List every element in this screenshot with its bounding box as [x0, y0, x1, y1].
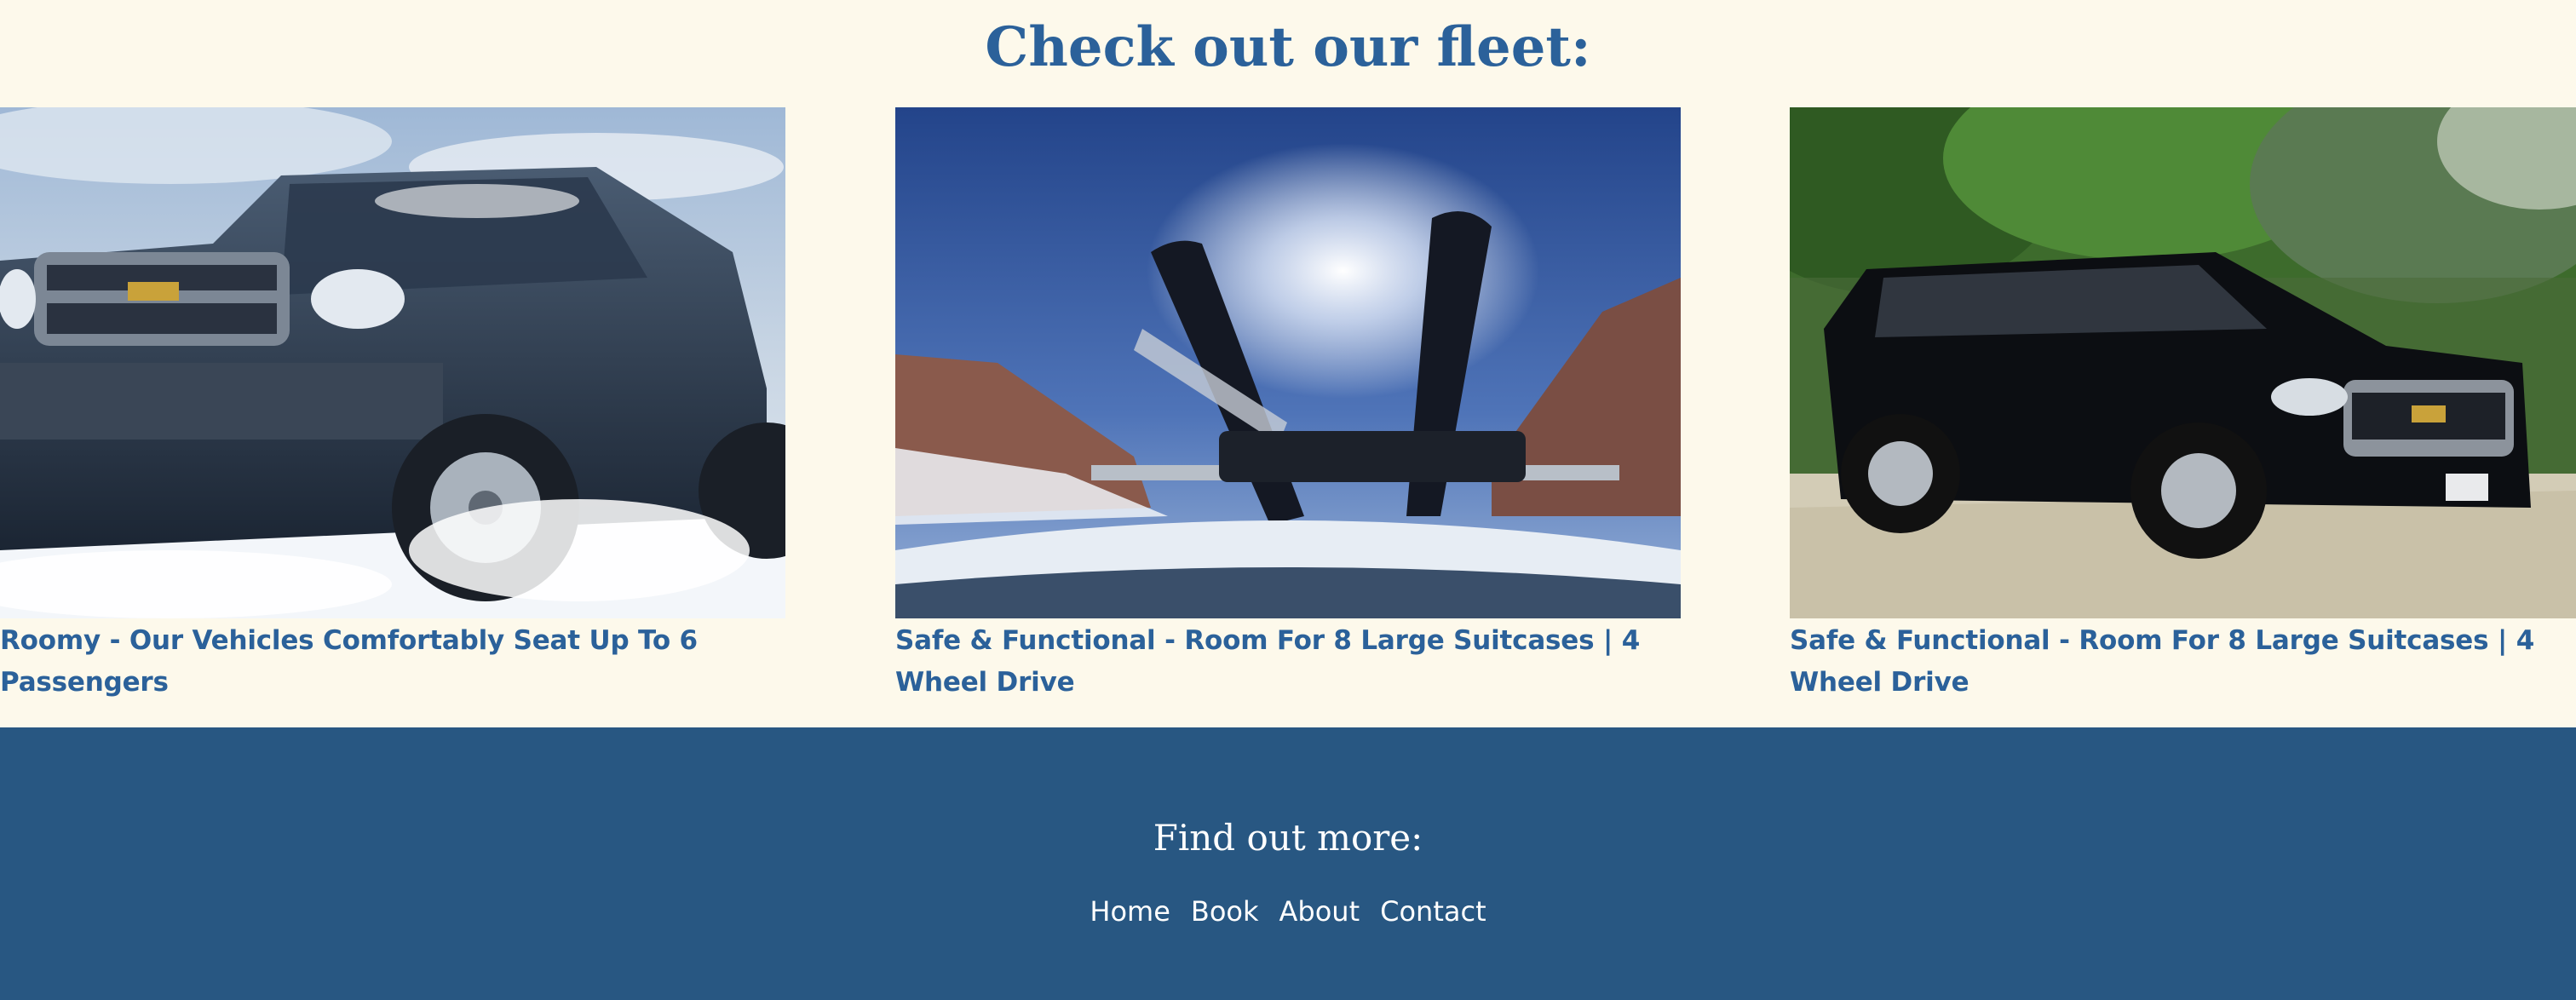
- fleet-card-ski-rack: Safe & Functional - Room For 8 Large Sui…: [895, 107, 1681, 704]
- ski-rack-image: [895, 107, 1681, 618]
- fleet-card-caption: Roomy - Our Vehicles Comfortably Seat Up…: [0, 625, 698, 698]
- footer-link-about[interactable]: About: [1279, 893, 1360, 930]
- snowy-suv-image: [0, 107, 785, 618]
- footer-link-home[interactable]: Home: [1090, 893, 1170, 930]
- black-suburban-image: [1790, 107, 2576, 618]
- footer-heading: Find out more:: [1153, 817, 1423, 859]
- fleet-card-roomy: Roomy - Our Vehicles Comfortably Seat Up…: [0, 107, 785, 704]
- site-footer: Find out more: Home Book About Contact: [0, 727, 2576, 1000]
- footer-link-contact[interactable]: Contact: [1380, 893, 1486, 930]
- fleet-card-caption: Safe & Functional - Room For 8 Large Sui…: [1790, 625, 2535, 698]
- fleet-card-caption: Safe & Functional - Room For 8 Large Sui…: [895, 625, 1641, 698]
- fleet-heading: Check out our fleet:: [985, 15, 1591, 79]
- fleet-section: Check out our fleet: Roomy - Our Vehicle…: [0, 0, 2576, 727]
- fleet-card-suburban: Safe & Functional - Room For 8 Large Sui…: [1790, 107, 2576, 704]
- footer-nav: Home Book About Contact: [0, 893, 2576, 930]
- footer-link-book[interactable]: Book: [1191, 893, 1259, 930]
